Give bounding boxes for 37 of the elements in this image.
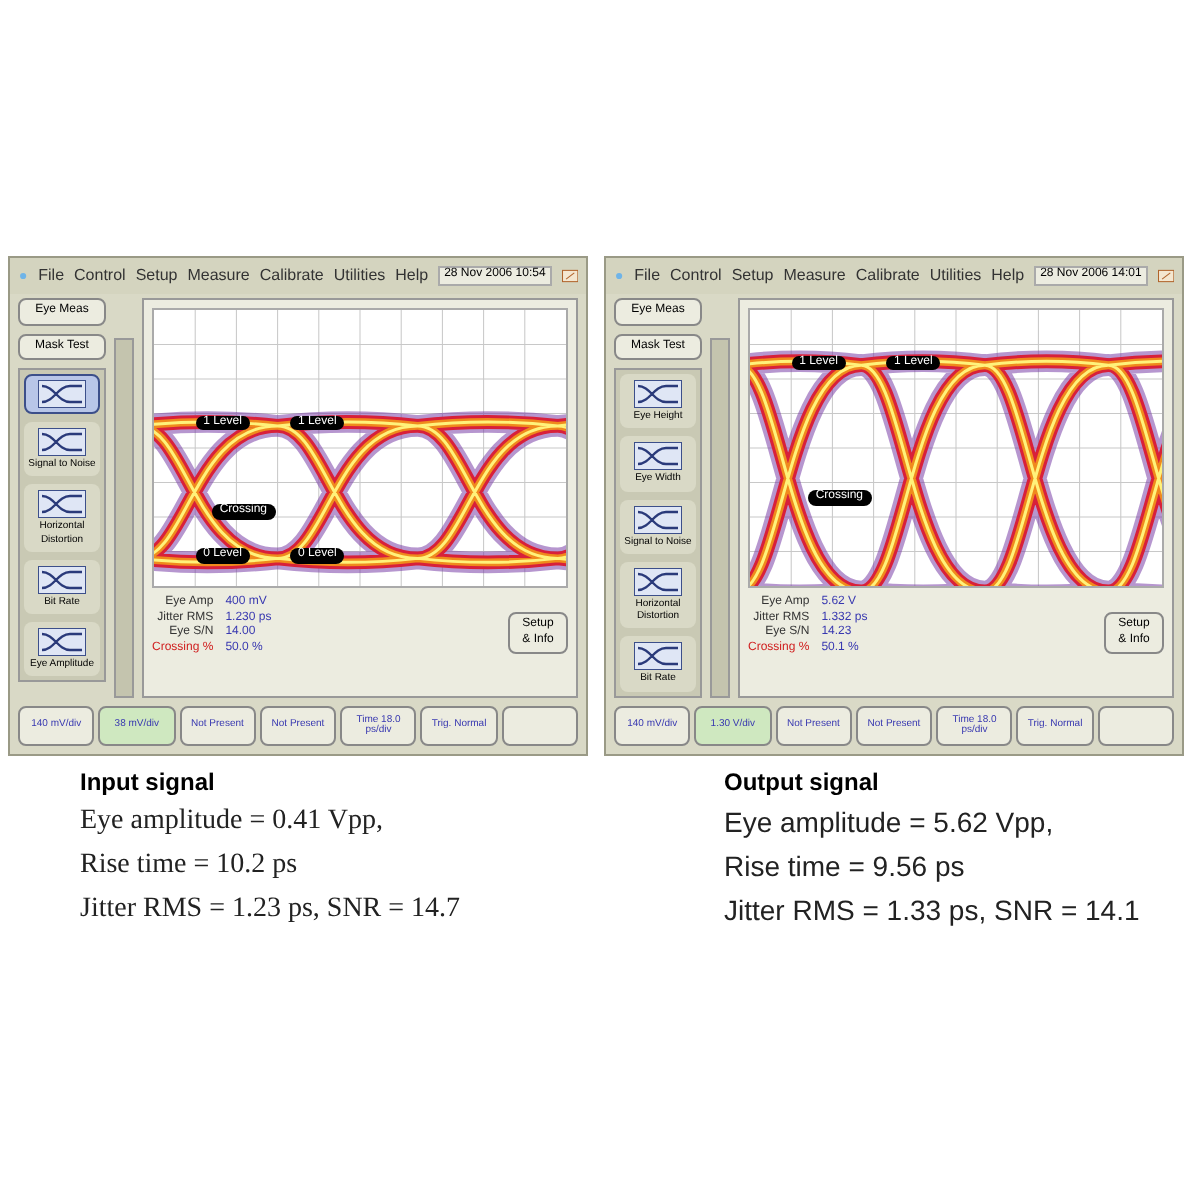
menu-item[interactable]: Measure — [783, 266, 846, 286]
menu-item[interactable]: Control — [670, 266, 722, 286]
caption-line: Rise time = 10.2 ps — [80, 847, 300, 883]
menu-item[interactable]: Calibrate — [259, 266, 324, 286]
menu-item[interactable]: Calibrate — [855, 266, 920, 286]
gauge-icon[interactable] — [1157, 264, 1174, 288]
gauge-icon[interactable] — [561, 264, 578, 288]
menu-item[interactable]: Setup — [135, 266, 178, 286]
scrollbar[interactable] — [114, 338, 134, 697]
menu-item[interactable]: Utilities — [333, 266, 386, 286]
menu-item[interactable]: Help — [395, 266, 429, 286]
caption-line: Eye amplitude = 5.62 Vpp, — [724, 803, 1056, 842]
menu-item[interactable]: File — [38, 266, 65, 286]
eye-tool-icon — [38, 628, 86, 656]
menu-item[interactable]: Help — [991, 266, 1025, 286]
eye-tool-icon — [38, 565, 86, 594]
menu-item[interactable]: File — [634, 266, 661, 286]
caption-title: Input signal — [80, 765, 217, 799]
measurement-tool-button[interactable] — [24, 374, 100, 414]
scrollbar[interactable] — [710, 338, 730, 697]
caption-line: Rise time = 9.56 ps — [724, 847, 967, 886]
eye-tool-icon — [634, 567, 682, 596]
eye-tool-icon — [634, 380, 682, 408]
menu-item[interactable]: Utilities — [929, 266, 982, 286]
caption-line: Jitter RMS = 1.33 ps, SNR = 14.1 — [724, 891, 1142, 930]
menu-item[interactable]: Measure — [187, 266, 250, 286]
eye-tool-icon — [634, 642, 682, 671]
eye-tool-icon — [38, 380, 86, 408]
menu-item[interactable]: Control — [74, 266, 126, 286]
caption-title: Output signal — [724, 765, 881, 799]
eye-tool-icon — [634, 505, 682, 533]
eye-tool-icon — [38, 490, 86, 519]
eye-tool-icon — [38, 428, 86, 456]
caption-line: Jitter RMS = 1.23 ps, SNR = 14.7 — [80, 891, 463, 927]
eye-tool-icon — [634, 442, 682, 471]
menu-item[interactable]: Setup — [731, 266, 774, 286]
caption-line: Eye amplitude = 0.41 Vpp, — [80, 803, 386, 839]
